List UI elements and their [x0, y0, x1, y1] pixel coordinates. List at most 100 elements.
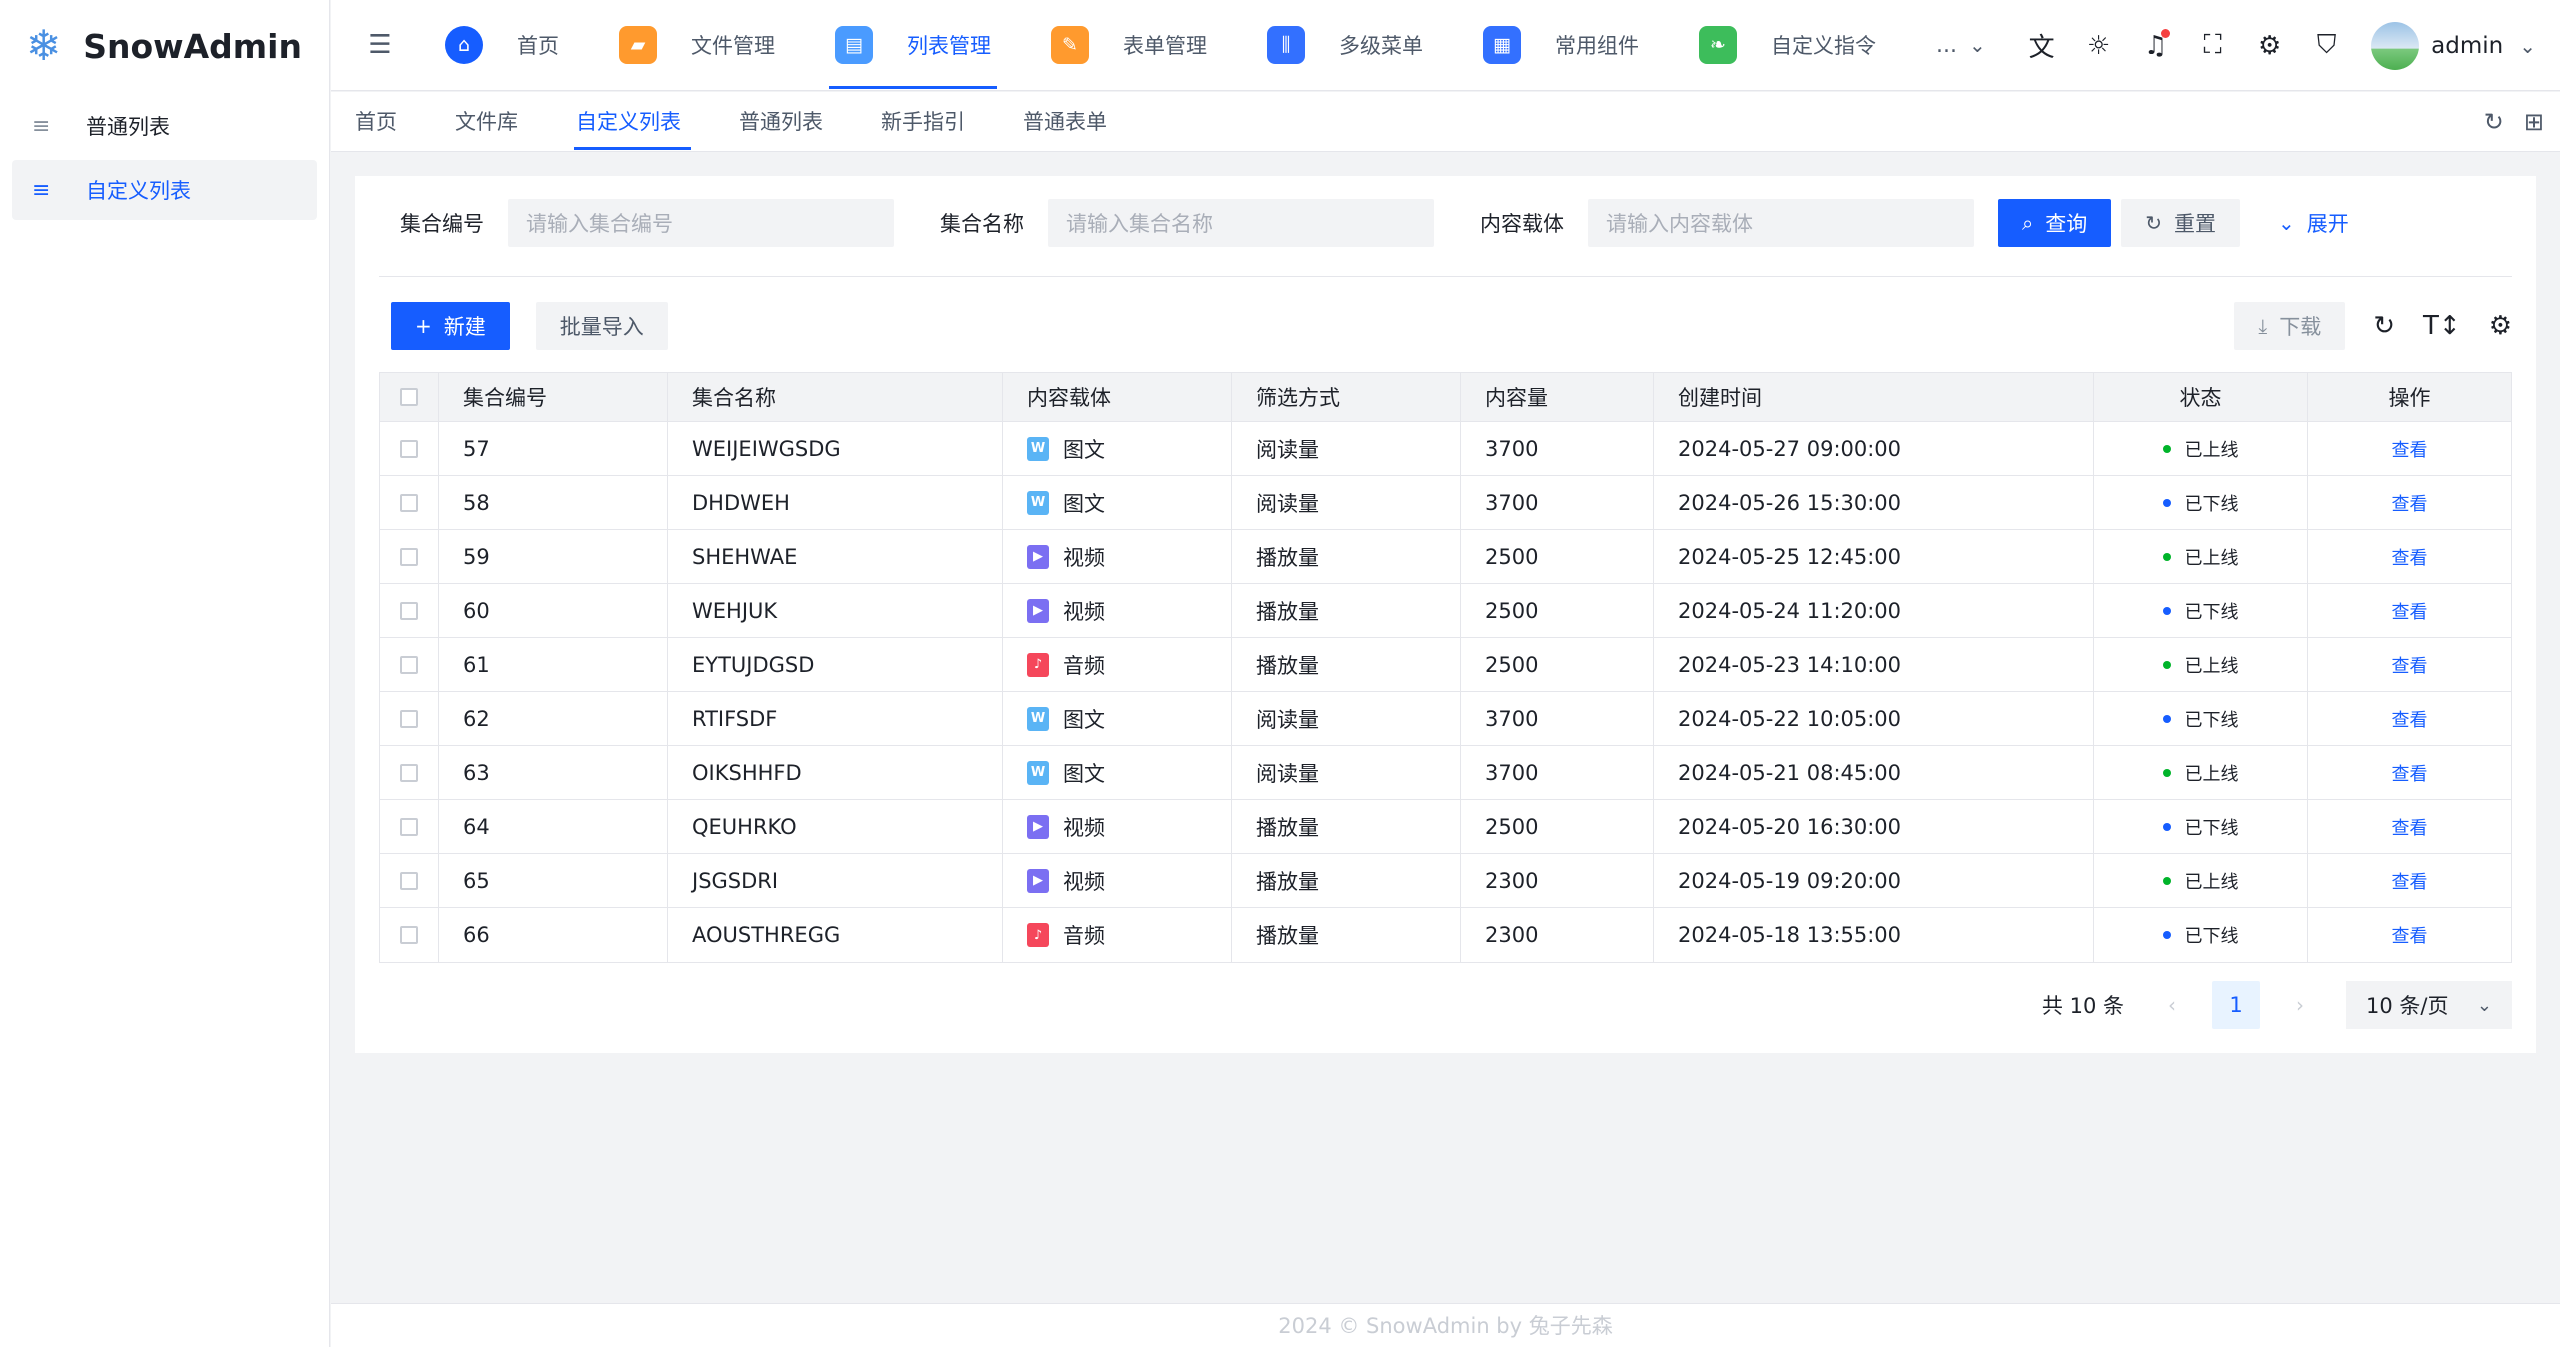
sidebar-item-normal-list[interactable]: ≡ 普通列表 [12, 96, 317, 156]
fullscreen-icon[interactable]: ⛶ [2184, 30, 2241, 61]
expand-button[interactable]: ⌄ 展开 [2254, 199, 2373, 247]
view-link[interactable]: 查看 [2392, 760, 2428, 786]
header-status: 状态 [2094, 373, 2308, 421]
row-checkbox[interactable] [400, 601, 418, 620]
row-checkbox-cell[interactable] [380, 746, 439, 799]
sidebar-item-custom-list[interactable]: ≡ 自定义列表 [12, 160, 317, 220]
page-size-select[interactable]: 10 条/页 ⌄ [2346, 981, 2512, 1029]
status-dot [2162, 660, 2171, 669]
view-link[interactable]: 查看 [2392, 544, 2428, 570]
tab-normal-list[interactable]: 普通列表 [739, 92, 823, 152]
content-carrier-input[interactable]: 请输入内容载体 [1588, 199, 1974, 247]
row-checkbox[interactable] [400, 439, 418, 458]
carrier-label: 图文 [1063, 707, 1105, 732]
refresh-icon[interactable]: ↻ [2484, 108, 2504, 136]
table-row: 64 QEUHRKO ▶ 视频 播放量 2500 2024-05-20 16:30:00 已下… [380, 800, 2511, 854]
view-link[interactable]: 查看 [2392, 490, 2428, 516]
new-button-label: 新建 [443, 315, 486, 339]
notification-bell-icon[interactable]: ♫ [2127, 28, 2184, 61]
row-checkbox-cell[interactable] [380, 422, 439, 475]
select-all-checkbox[interactable] [400, 388, 418, 406]
cell-operation: 查看 [2308, 746, 2511, 799]
plus-icon: + [415, 314, 432, 338]
nav-item-form-management[interactable]: ✎ 表单管理 [1035, 0, 1223, 91]
view-link[interactable]: 查看 [2392, 814, 2428, 840]
logo[interactable]: ❄ SnowAdmin [0, 0, 329, 92]
nav-item-list-management[interactable]: ▤ 列表管理 [819, 0, 1007, 91]
batch-import-button[interactable]: 批量导入 [535, 302, 668, 350]
settings-gear-icon[interactable]: ⚙ [2241, 31, 2298, 61]
tab-beginner-guide[interactable]: 新手指引 [881, 92, 965, 152]
chevron-down-icon[interactable]: ⌄ [2519, 34, 2536, 58]
status-dot [2162, 876, 2171, 885]
column-settings-gear-icon[interactable]: ⚙ [2489, 311, 2512, 341]
collection-id-input[interactable]: 请输入集合编号 [508, 199, 894, 247]
row-checkbox[interactable] [400, 655, 418, 674]
cell-status: 已上线 [2094, 638, 2308, 691]
translate-icon[interactable]: 文 [2013, 27, 2070, 64]
download-button-label: 下载 [2279, 315, 2322, 339]
tab-home[interactable]: 首页 [355, 92, 397, 152]
view-link[interactable]: 查看 [2392, 436, 2428, 462]
row-checkbox-cell[interactable] [380, 854, 439, 907]
query-button[interactable]: ⌕ 查询 [1998, 199, 2112, 247]
nav-item-common-components[interactable]: ▦ 常用组件 [1467, 0, 1655, 91]
tab-file-library[interactable]: 文件库 [455, 92, 518, 152]
cell-content-carrier: W 图文 [1003, 476, 1232, 529]
theme-sun-icon[interactable]: ☼ [2070, 31, 2127, 61]
nav-item-label: 首页 [517, 34, 559, 58]
nav-item-file-management[interactable]: ▰ 文件管理 [603, 0, 791, 91]
video-type-icon: ▶ [1027, 544, 1049, 569]
collection-name-input[interactable]: 请输入集合名称 [1048, 199, 1434, 247]
content-card: 集合编号 请输入集合编号 集合名称 请输入集合名称 内容载体 请输入内容载体 ⌕… [355, 176, 2536, 1053]
page-number[interactable]: 1 [2212, 981, 2260, 1029]
cell-operation: 查看 [2308, 584, 2511, 637]
skin-shirt-icon[interactable]: ⛉ [2298, 30, 2355, 61]
nav-item-label: 表单管理 [1123, 34, 1207, 58]
view-link[interactable]: 查看 [2392, 922, 2428, 948]
view-link[interactable]: 查看 [2392, 652, 2428, 678]
row-checkbox[interactable] [400, 547, 418, 566]
search-form: 集合编号 请输入集合编号 集合名称 请输入集合名称 内容载体 请输入内容载体 ⌕… [400, 199, 2491, 247]
nav-item-multilevel-menu[interactable]: ⫼ 多级菜单 [1251, 0, 1439, 91]
status-dot [2162, 714, 2171, 723]
cell-content-volume: 2500 [1461, 530, 1654, 583]
avatar[interactable] [2371, 21, 2420, 70]
view-link[interactable]: 查看 [2392, 706, 2428, 732]
chevron-down-icon: ⌄ [1968, 33, 1986, 57]
row-checkbox[interactable] [400, 926, 418, 944]
nav-item-home[interactable]: ⌂ 首页 [429, 0, 575, 91]
username[interactable]: admin [2431, 33, 2503, 59]
grid-menu-icon[interactable]: ⊞ [2524, 108, 2544, 136]
row-checkbox-cell[interactable] [380, 908, 439, 962]
row-checkbox-cell[interactable] [380, 530, 439, 583]
nav-item-custom-directive[interactable]: ❧ 自定义指令 [1683, 0, 1892, 91]
row-checkbox[interactable] [400, 709, 418, 728]
next-page-icon[interactable]: › [2280, 993, 2320, 1017]
row-checkbox-cell[interactable] [380, 584, 439, 637]
tab-custom-list[interactable]: 自定义列表 [574, 92, 691, 152]
row-checkbox[interactable] [400, 871, 418, 890]
reset-button[interactable]: ↻ 重置 [2121, 199, 2240, 247]
refresh-icon[interactable]: ↻ [2373, 311, 2395, 341]
row-checkbox[interactable] [400, 493, 418, 512]
density-icon[interactable]: T↕ [2423, 311, 2461, 341]
row-checkbox[interactable] [400, 763, 418, 782]
view-link[interactable]: 查看 [2392, 868, 2428, 894]
tab-normal-form[interactable]: 普通表单 [1023, 92, 1107, 152]
cell-collection-name: WEIJEIWGSDG [668, 422, 1003, 475]
row-checkbox-cell[interactable] [380, 800, 439, 853]
cell-filter-method: 阅读量 [1232, 746, 1461, 799]
row-checkbox[interactable] [400, 817, 418, 836]
new-button[interactable]: + 新建 [391, 302, 510, 350]
row-checkbox-cell[interactable] [380, 476, 439, 529]
row-checkbox-cell[interactable] [380, 692, 439, 745]
select-all-checkbox-cell[interactable] [380, 373, 439, 421]
download-button[interactable]: ⤓ 下载 [2234, 302, 2346, 350]
view-link[interactable]: 查看 [2392, 598, 2428, 624]
menu-fold-icon[interactable]: ☰ [331, 30, 429, 60]
prev-page-icon[interactable]: ‹ [2152, 993, 2192, 1017]
nav-more-dropdown[interactable]: ... ⌄ [1920, 33, 2002, 58]
table-row: 65 JSGSDRI ▶ 视频 播放量 2300 2024-05-19 09:20:00 已上… [380, 854, 2511, 908]
row-checkbox-cell[interactable] [380, 638, 439, 691]
